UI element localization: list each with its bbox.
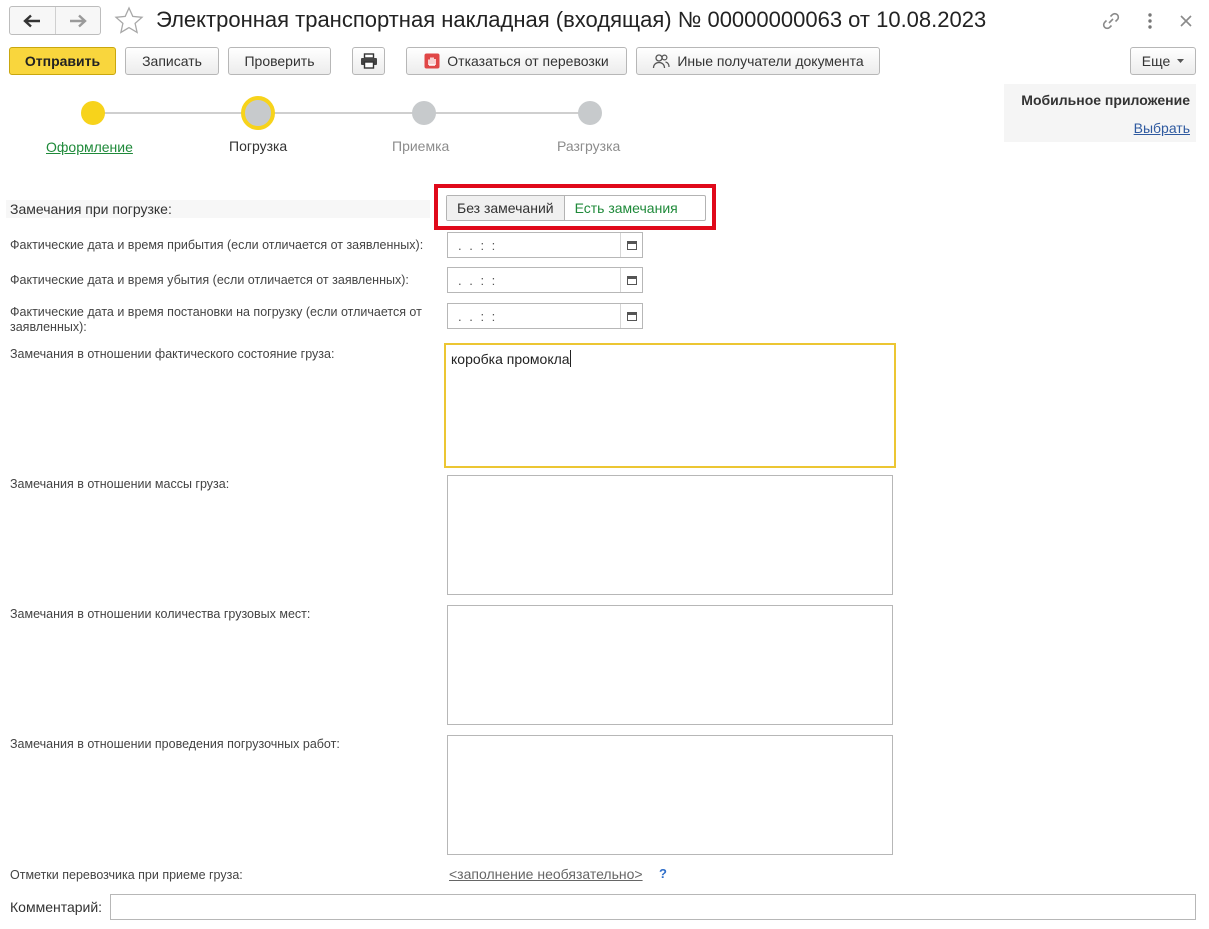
- step-registration[interactable]: Оформление: [46, 139, 133, 155]
- step-connector: [424, 112, 590, 114]
- save-label: Записать: [142, 53, 202, 69]
- window-title: Электронная транспортная накладная (вход…: [156, 7, 987, 32]
- loading-remarks-label: Замечания при погрузке:: [10, 201, 172, 217]
- comment-input[interactable]: [110, 894, 1196, 920]
- other-recipients-label: Иные получатели документа: [677, 53, 864, 69]
- cargo-places-remarks-label: Замечания в отношении количества грузовы…: [10, 607, 311, 621]
- mobile-app-title: Мобильное приложение: [1021, 92, 1190, 108]
- step-dot-acceptance[interactable]: [412, 101, 436, 125]
- close-button[interactable]: [1173, 8, 1199, 34]
- favorite-button[interactable]: [114, 6, 144, 36]
- more-vertical-icon: [1148, 13, 1152, 29]
- print-icon: [360, 53, 377, 69]
- arrow-right-icon: [69, 14, 87, 27]
- loading-datetime-label: Фактические дата и время постановки на п…: [10, 305, 422, 334]
- dropdown-icon: [1177, 59, 1185, 63]
- text-cursor: [569, 350, 571, 367]
- send-label: Отправить: [24, 53, 101, 69]
- other-recipients-button[interactable]: Иные получатели документа: [636, 47, 880, 75]
- arrival-datetime-input[interactable]: . . : :: [447, 232, 643, 258]
- step-acceptance[interactable]: Приемка: [392, 138, 449, 154]
- close-icon: [1180, 15, 1192, 27]
- cargo-mass-remarks-input[interactable]: [447, 475, 893, 595]
- step-loading[interactable]: Погрузка: [229, 138, 287, 154]
- forward-button[interactable]: [54, 7, 101, 34]
- carrier-marks-link[interactable]: <заполнение необязательно>: [449, 866, 643, 882]
- arrival-datetime-label: Фактические дата и время прибытия (если …: [10, 238, 424, 252]
- cargo-state-remarks-value: коробка промокла: [451, 351, 570, 367]
- calendar-icon[interactable]: [620, 304, 642, 328]
- cargo-places-remarks-input[interactable]: [447, 605, 893, 725]
- save-button[interactable]: Записать: [125, 47, 219, 75]
- star-icon: [114, 6, 144, 34]
- mobile-app-select-link[interactable]: Выбрать: [1134, 120, 1190, 136]
- step-connector: [93, 112, 258, 114]
- step-dot-registration[interactable]: [81, 101, 105, 125]
- users-icon: [652, 53, 670, 69]
- calendar-icon[interactable]: [620, 268, 642, 292]
- calendar-icon[interactable]: [620, 233, 642, 257]
- step-dot-loading[interactable]: [241, 96, 275, 130]
- loading-works-remarks-label: Замечания в отношении проведения погрузо…: [10, 737, 340, 751]
- step-dot-unloading[interactable]: [578, 101, 602, 125]
- step-unloading[interactable]: Разгрузка: [557, 138, 620, 154]
- stop-hand-icon: [424, 53, 440, 69]
- print-button[interactable]: [352, 47, 385, 75]
- check-button[interactable]: Проверить: [228, 47, 331, 75]
- check-label: Проверить: [244, 53, 315, 69]
- cargo-state-remarks-input[interactable]: коробка промокла: [444, 343, 896, 468]
- link-button[interactable]: [1098, 8, 1124, 34]
- arrow-left-icon: [23, 14, 41, 27]
- more-menu-button[interactable]: Еще: [1130, 47, 1196, 75]
- send-button[interactable]: Отправить: [9, 47, 116, 75]
- link-icon: [1102, 12, 1120, 30]
- more-vertical-button[interactable]: [1137, 8, 1163, 34]
- mobile-app-panel: Мобильное приложение Выбрать: [1004, 84, 1196, 142]
- refuse-transport-label: Отказаться от перевозки: [447, 53, 609, 69]
- back-button[interactable]: [10, 7, 55, 34]
- history-nav: [9, 6, 101, 35]
- more-label: Еще: [1141, 53, 1171, 69]
- help-icon[interactable]: ?: [659, 866, 667, 881]
- departure-datetime-label: Фактические дата и время убытия (если от…: [10, 273, 409, 287]
- cargo-state-remarks-label: Замечания в отношении фактического состо…: [10, 347, 335, 361]
- departure-datetime-value: . . : :: [458, 272, 498, 288]
- loading-datetime-input[interactable]: . . : :: [447, 303, 643, 329]
- loading-works-remarks-input[interactable]: [447, 735, 893, 855]
- cargo-mass-remarks-label: Замечания в отношении массы груза:: [10, 477, 230, 491]
- refuse-transport-button[interactable]: Отказаться от перевозки: [406, 47, 627, 75]
- departure-datetime-input[interactable]: . . : :: [447, 267, 643, 293]
- loading-datetime-value: . . : :: [458, 308, 498, 324]
- carrier-marks-label: Отметки перевозчика при приеме груза:: [10, 868, 243, 882]
- comment-label: Комментарий:: [10, 899, 103, 915]
- arrival-datetime-value: . . : :: [458, 237, 498, 253]
- step-connector: [258, 112, 424, 114]
- highlight-frame: [434, 184, 716, 230]
